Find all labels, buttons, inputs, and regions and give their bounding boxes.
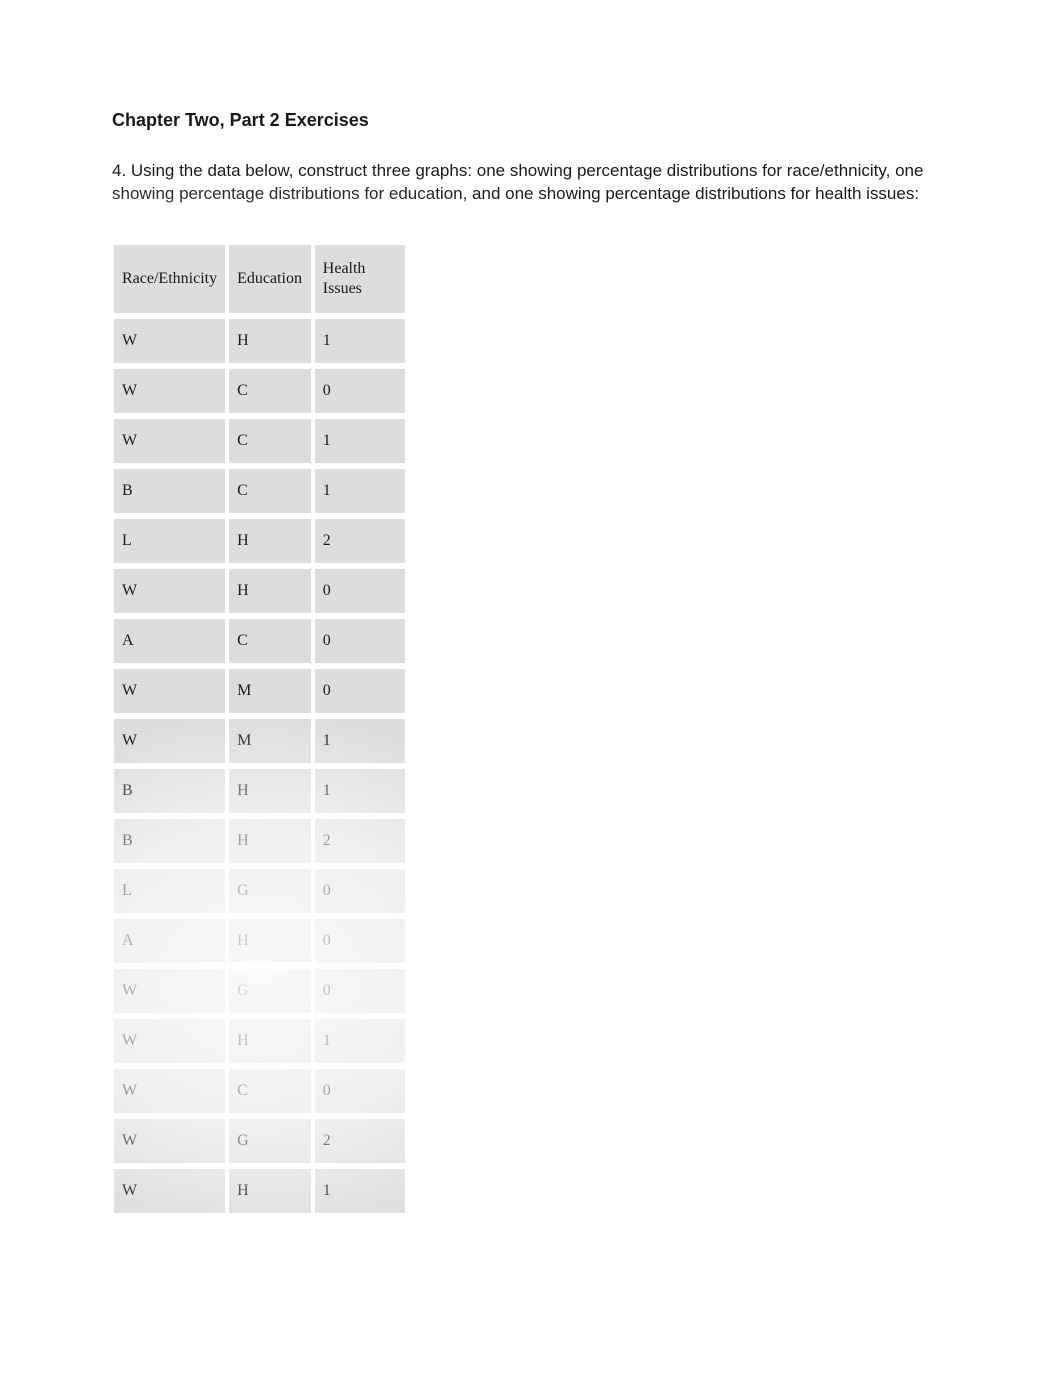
exercise-prompt: 4. Using the data below, construct three… [112, 159, 932, 206]
cell-education: C [227, 1066, 313, 1116]
cell-health: 0 [313, 866, 407, 916]
cell-health: 1 [313, 716, 407, 766]
cell-race: W [112, 666, 227, 716]
table-row: WH1 [112, 316, 407, 366]
cell-health: 2 [313, 516, 407, 566]
cell-race: B [112, 766, 227, 816]
table-row: WG0 [112, 966, 407, 1016]
cell-education: G [227, 866, 313, 916]
table-row: LG0 [112, 866, 407, 916]
table-header-row: Race/Ethnicity Education Health Issues [112, 242, 407, 316]
cell-education: M [227, 716, 313, 766]
table-row: BC1 [112, 466, 407, 516]
cell-education: C [227, 416, 313, 466]
cell-race: W [112, 316, 227, 366]
table-row: WH1 [112, 1016, 407, 1066]
page-title: Chapter Two, Part 2 Exercises [112, 110, 950, 131]
cell-race: B [112, 816, 227, 866]
cell-race: W [112, 416, 227, 466]
cell-education: C [227, 466, 313, 516]
cell-health: 2 [313, 816, 407, 866]
cell-health: 0 [313, 1066, 407, 1116]
table-row: WC1 [112, 416, 407, 466]
cell-education: H [227, 1166, 313, 1216]
data-table-container: Race/Ethnicity Education Health Issues W… [112, 242, 407, 1216]
cell-race: W [112, 1016, 227, 1066]
cell-health: 0 [313, 366, 407, 416]
table-row: WM1 [112, 716, 407, 766]
header-race: Race/Ethnicity [112, 242, 227, 316]
cell-education: M [227, 666, 313, 716]
cell-health: 0 [313, 966, 407, 1016]
cell-health: 2 [313, 1116, 407, 1166]
cell-race: A [112, 616, 227, 666]
cell-race: L [112, 516, 227, 566]
cell-health: 1 [313, 1166, 407, 1216]
cell-education: G [227, 966, 313, 1016]
cell-education: G [227, 1116, 313, 1166]
cell-race: W [112, 566, 227, 616]
data-table: Race/Ethnicity Education Health Issues W… [112, 242, 407, 1216]
table-row: BH1 [112, 766, 407, 816]
cell-race: W [112, 1066, 227, 1116]
cell-health: 0 [313, 916, 407, 966]
cell-education: H [227, 1016, 313, 1066]
cell-health: 1 [313, 466, 407, 516]
cell-education: H [227, 766, 313, 816]
table-row: WH0 [112, 566, 407, 616]
table-row: BH2 [112, 816, 407, 866]
cell-education: C [227, 366, 313, 416]
cell-health: 1 [313, 416, 407, 466]
cell-health: 1 [313, 1016, 407, 1066]
table-row: AH0 [112, 916, 407, 966]
table-row: LH2 [112, 516, 407, 566]
cell-education: C [227, 616, 313, 666]
table-row: WC0 [112, 366, 407, 416]
cell-education: H [227, 316, 313, 366]
cell-health: 0 [313, 566, 407, 616]
table-row: WC0 [112, 1066, 407, 1116]
cell-health: 0 [313, 666, 407, 716]
cell-education: H [227, 516, 313, 566]
cell-education: H [227, 916, 313, 966]
cell-race: B [112, 466, 227, 516]
cell-race: W [112, 1116, 227, 1166]
table-row: AC0 [112, 616, 407, 666]
cell-race: L [112, 866, 227, 916]
table-row: WG2 [112, 1116, 407, 1166]
cell-education: H [227, 566, 313, 616]
cell-race: W [112, 1166, 227, 1216]
cell-health: 0 [313, 616, 407, 666]
header-education: Education [227, 242, 313, 316]
table-row: WH1 [112, 1166, 407, 1216]
cell-race: W [112, 366, 227, 416]
cell-education: H [227, 816, 313, 866]
cell-health: 1 [313, 316, 407, 366]
cell-race: W [112, 966, 227, 1016]
cell-health: 1 [313, 766, 407, 816]
cell-race: A [112, 916, 227, 966]
table-body: WH1WC0WC1BC1LH2WH0AC0WM0WM1BH1BH2LG0AH0W… [112, 316, 407, 1216]
table-row: WM0 [112, 666, 407, 716]
header-health: Health Issues [313, 242, 407, 316]
cell-race: W [112, 716, 227, 766]
